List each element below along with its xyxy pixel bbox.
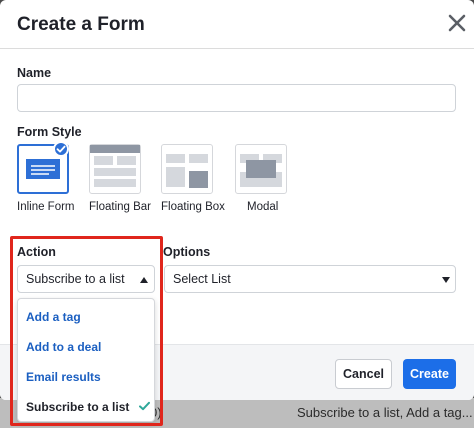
style-caption-modal: Modal (247, 201, 279, 213)
options-select[interactable]: Select List (164, 265, 456, 293)
form-style-label: Form Style (17, 125, 82, 139)
caret-up-icon (140, 277, 148, 283)
caret-down-icon (442, 277, 450, 283)
menu-item-add-to-a-deal[interactable]: Add to a deal (18, 331, 154, 361)
options-select-value: Select List (173, 272, 231, 286)
style-option-floating-box[interactable] (161, 144, 213, 194)
style-option-floating-bar[interactable] (89, 144, 141, 194)
menu-item-label: Add a tag (26, 310, 81, 324)
modal-icon (240, 154, 282, 187)
cancel-button[interactable]: Cancel (335, 359, 392, 389)
style-option-modal[interactable] (235, 144, 287, 194)
close-icon[interactable] (446, 12, 468, 34)
menu-item-add-a-tag[interactable]: Add a tag (18, 301, 154, 331)
action-label: Action (17, 245, 56, 259)
action-select-value: Subscribe to a list (26, 272, 125, 286)
checkmark-icon (139, 401, 150, 411)
style-caption-inline-form: Inline Form (17, 201, 75, 213)
menu-item-email-results[interactable]: Email results (18, 361, 154, 391)
menu-item-label: Email results (26, 370, 101, 384)
menu-item-label: Add to a deal (26, 340, 102, 354)
menu-item-subscribe-to-a-list[interactable]: Subscribe to a list (18, 391, 154, 421)
background-row-actions: Subscribe to a list, Add a tag... (297, 405, 473, 420)
options-label: Options (163, 245, 211, 259)
style-caption-floating-bar: Floating Bar (89, 201, 152, 213)
create-button[interactable]: Create (403, 359, 456, 389)
floating-bar-icon (90, 145, 140, 187)
header-divider (0, 48, 474, 49)
modal-title: Create a Form (17, 14, 145, 35)
floating-box-icon (166, 154, 208, 188)
name-label: Name (17, 66, 52, 80)
selected-check-icon (53, 141, 69, 157)
name-input[interactable] (17, 84, 456, 112)
action-dropdown-menu: Add a tag Add to a deal Email results Su… (17, 298, 155, 422)
action-select[interactable]: Subscribe to a list (17, 265, 155, 293)
style-caption-floating-box: Floating Box (161, 201, 225, 213)
menu-item-label: Subscribe to a list (26, 400, 130, 414)
